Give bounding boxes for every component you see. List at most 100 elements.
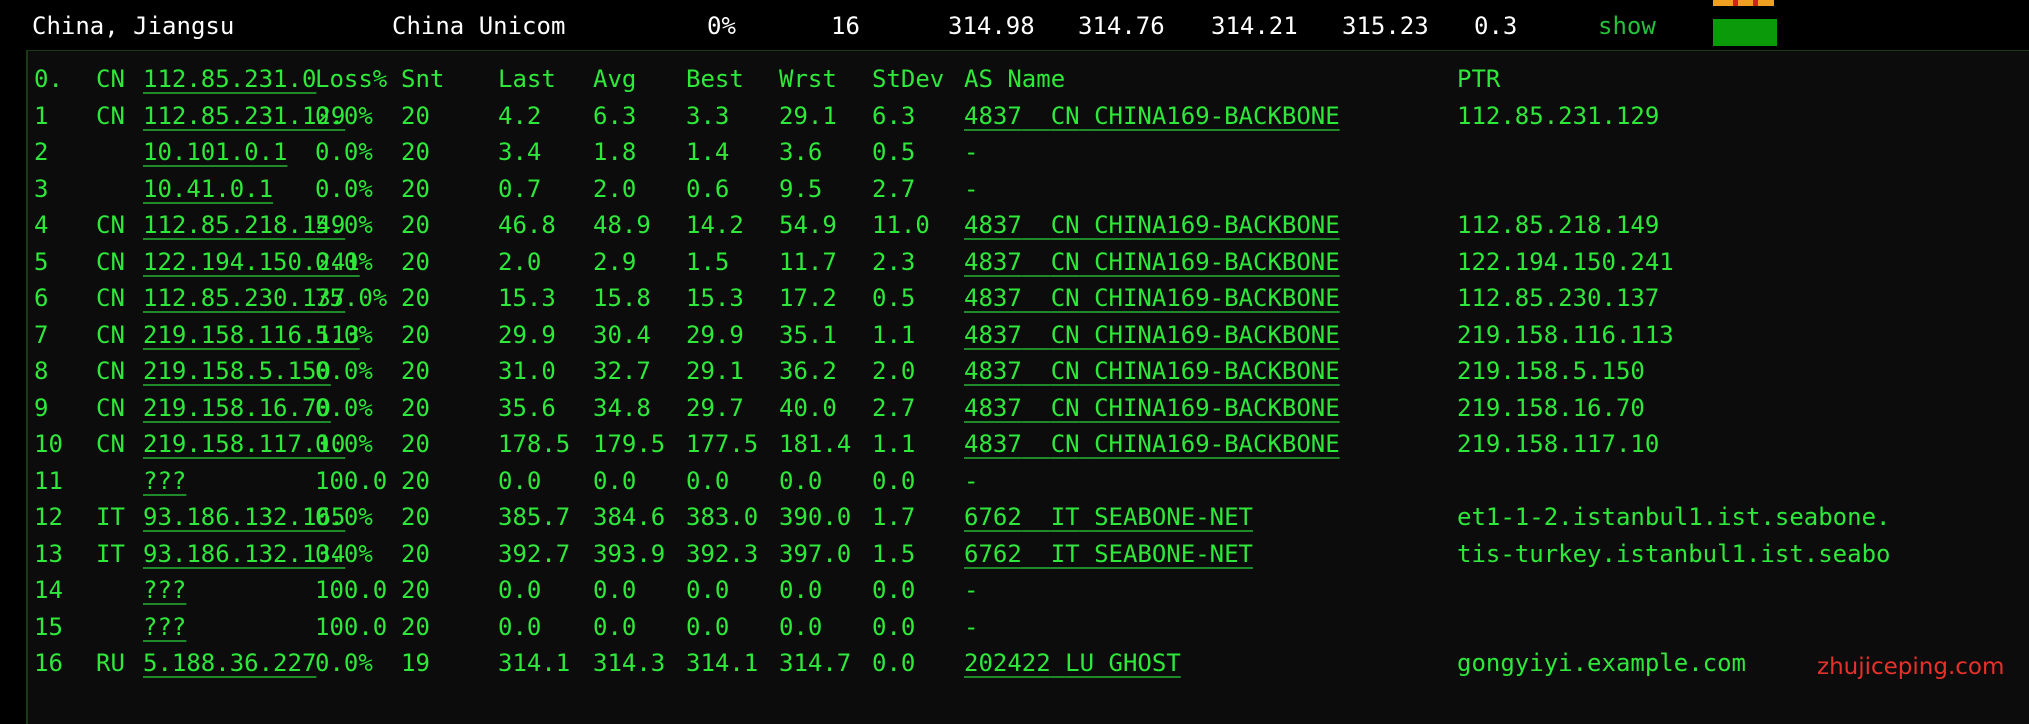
as-name: CHINA169-BACKBONE <box>1094 211 1340 239</box>
best-value: 0.6 <box>686 174 730 203</box>
table-row: 10 CN 219.158.117.10 0.0% 20 178.5 179.5 177.5 1… <box>28 426 2029 462</box>
ptr-hostname: 219.158.116.113 <box>1457 320 1674 349</box>
last-value: 392.7 <box>498 539 571 568</box>
asn: 4837 <box>964 101 1022 130</box>
last-value: 385.7 <box>498 503 571 531</box>
host-link[interactable]: 5.188.36.227 <box>143 645 316 681</box>
host-link[interactable]: 10.101.0.1 <box>143 134 288 170</box>
country-code: CN <box>96 247 125 276</box>
best-value: 392.3 <box>686 539 759 568</box>
status-indicator-block[interactable] <box>1713 19 1777 46</box>
sent-value: 20 <box>401 539 430 568</box>
avg-value: 384.6 <box>593 503 666 531</box>
best-value: 177.5 <box>686 430 759 458</box>
stdev-value: 1.1 <box>872 430 916 458</box>
host-link[interactable]: 112.85.231.0 <box>143 61 316 97</box>
as-name-link[interactable]: 4837 CN CHINA169-BACKBONE <box>964 207 1340 243</box>
as-name: CHINA169-BACKBONE <box>1094 393 1340 422</box>
avg-value: 0.0 <box>593 612 637 641</box>
best-value: 29.9 <box>686 320 744 349</box>
host-link[interactable]: 10.41.0.1 <box>143 171 273 207</box>
last-value: 15.3 <box>498 284 556 312</box>
as-country-code: IT <box>1050 503 1080 531</box>
sent-value: 20 <box>401 393 430 422</box>
sent-value: 20 <box>401 101 430 130</box>
table-row: 12 IT 93.186.132.165 0.0% 20 385.7 384.6 383.0 3… <box>28 499 2029 535</box>
host-link[interactable]: 219.158.5.150 <box>143 353 331 389</box>
as-name-link[interactable]: 6762 IT SEABONE-NET <box>964 499 1253 535</box>
best-value: 0.0 <box>686 612 730 641</box>
loss-value: 75.0% <box>315 284 388 312</box>
as-name: GHOST <box>1108 649 1181 677</box>
asn: 4837 <box>964 357 1022 385</box>
table-row: 15??? 100.0 20 0.0 0.0 0.0 0.0 0.0 - <box>28 609 2029 645</box>
worst-value: 54.9 <box>779 211 837 239</box>
as-name: CHINA169-BACKBONE <box>1094 101 1340 130</box>
stdev-value: 2.7 <box>872 174 916 203</box>
as-name-link[interactable]: 202422 LU GHOST <box>964 645 1181 681</box>
as-country-code: IT <box>1050 539 1080 568</box>
loss-value: 0.0% <box>315 174 373 203</box>
hop-number: 16 <box>34 649 63 677</box>
as-name-link[interactable]: 4837 CN CHINA169-BACKBONE <box>964 244 1340 280</box>
as-name: CHINA169-BACKBONE <box>1094 247 1340 276</box>
column-header-loss: Loss% <box>315 65 388 93</box>
show-details-link[interactable]: show <box>1598 12 1656 40</box>
best-value: 383.0 <box>686 503 759 531</box>
as-name: CHINA169-BACKBONE <box>1094 430 1340 458</box>
as-name-link[interactable]: 4837 CN CHINA169-BACKBONE <box>964 390 1340 426</box>
as-none: - <box>964 466 979 495</box>
summary-loss: 0% <box>707 12 736 40</box>
host-link[interactable]: ??? <box>143 609 186 645</box>
as-name-link[interactable]: 4837 CN CHINA169-BACKBONE <box>964 98 1340 134</box>
avg-value: 0.0 <box>593 466 637 495</box>
stdev-value: 2.0 <box>872 357 916 385</box>
ptr-hostname: 219.158.5.150 <box>1457 357 1645 385</box>
table-row: 13 IT 93.186.132.134 0.0% 20 392.7 393.9 392.3 3… <box>28 536 2029 572</box>
host-link[interactable]: ??? <box>143 463 186 499</box>
as-none: - <box>964 138 979 166</box>
column-header-snt: Snt <box>401 65 445 93</box>
country-code: RU <box>96 649 125 677</box>
stdev-value: 1.5 <box>872 539 916 568</box>
as-country-code: CN <box>1050 320 1080 349</box>
hop-number: 1 <box>34 101 49 130</box>
as-name-link[interactable]: 4837 CN CHINA169-BACKBONE <box>964 317 1340 353</box>
table-row: 9 CN 219.158.16.70 0.0% 20 35.6 34.8 29.7 40.0 2.… <box>28 390 2029 426</box>
sent-value: 20 <box>401 247 430 276</box>
host-link[interactable]: ??? <box>143 572 186 608</box>
stdev-value: 0.0 <box>872 612 916 641</box>
summary-best: 314.21 <box>1211 12 1298 40</box>
loss-value: 0.0% <box>315 393 373 422</box>
asn: 4837 <box>964 247 1022 276</box>
worst-value: 181.4 <box>779 430 852 458</box>
as-name-link[interactable]: 6762 IT SEABONE-NET <box>964 536 1253 572</box>
as-country-code: CN <box>1050 393 1080 422</box>
column-header-ptr: PTR <box>1457 65 1501 93</box>
worst-value: 9.5 <box>779 174 823 203</box>
country-code: CN <box>96 430 125 458</box>
as-none: - <box>964 612 979 641</box>
as-none: - <box>964 576 979 604</box>
best-value: 0.0 <box>686 466 730 495</box>
sent-value: 20 <box>401 284 430 312</box>
host-link[interactable]: 219.158.16.70 <box>143 390 331 426</box>
best-value: 1.5 <box>686 247 730 276</box>
hop-number: 0. <box>34 65 63 93</box>
sent-value: 20 <box>401 357 430 385</box>
sent-value: 20 <box>401 430 430 458</box>
as-name-link[interactable]: 4837 CN CHINA169-BACKBONE <box>964 426 1340 462</box>
sent-value: 20 <box>401 503 430 531</box>
stdev-value: 6.3 <box>872 101 916 130</box>
as-name-link[interactable]: 4837 CN CHINA169-BACKBONE <box>964 353 1340 389</box>
worst-value: 0.0 <box>779 466 823 495</box>
stdev-value: 0.0 <box>872 649 916 677</box>
column-header-best: Best <box>686 65 744 93</box>
ptr-hostname: 122.194.150.241 <box>1457 247 1674 276</box>
as-name-link[interactable]: 4837 CN CHINA169-BACKBONE <box>964 280 1340 316</box>
column-header-avg: Avg <box>593 65 637 93</box>
country-code: CN <box>96 101 125 130</box>
asn: 202422 <box>964 649 1051 677</box>
ptr-hostname: 219.158.16.70 <box>1457 393 1645 422</box>
table-row: 1 CN 112.85.231.129 0.0% 20 4.2 6.3 3.3 29.1 6.3 4… <box>28 98 2029 134</box>
